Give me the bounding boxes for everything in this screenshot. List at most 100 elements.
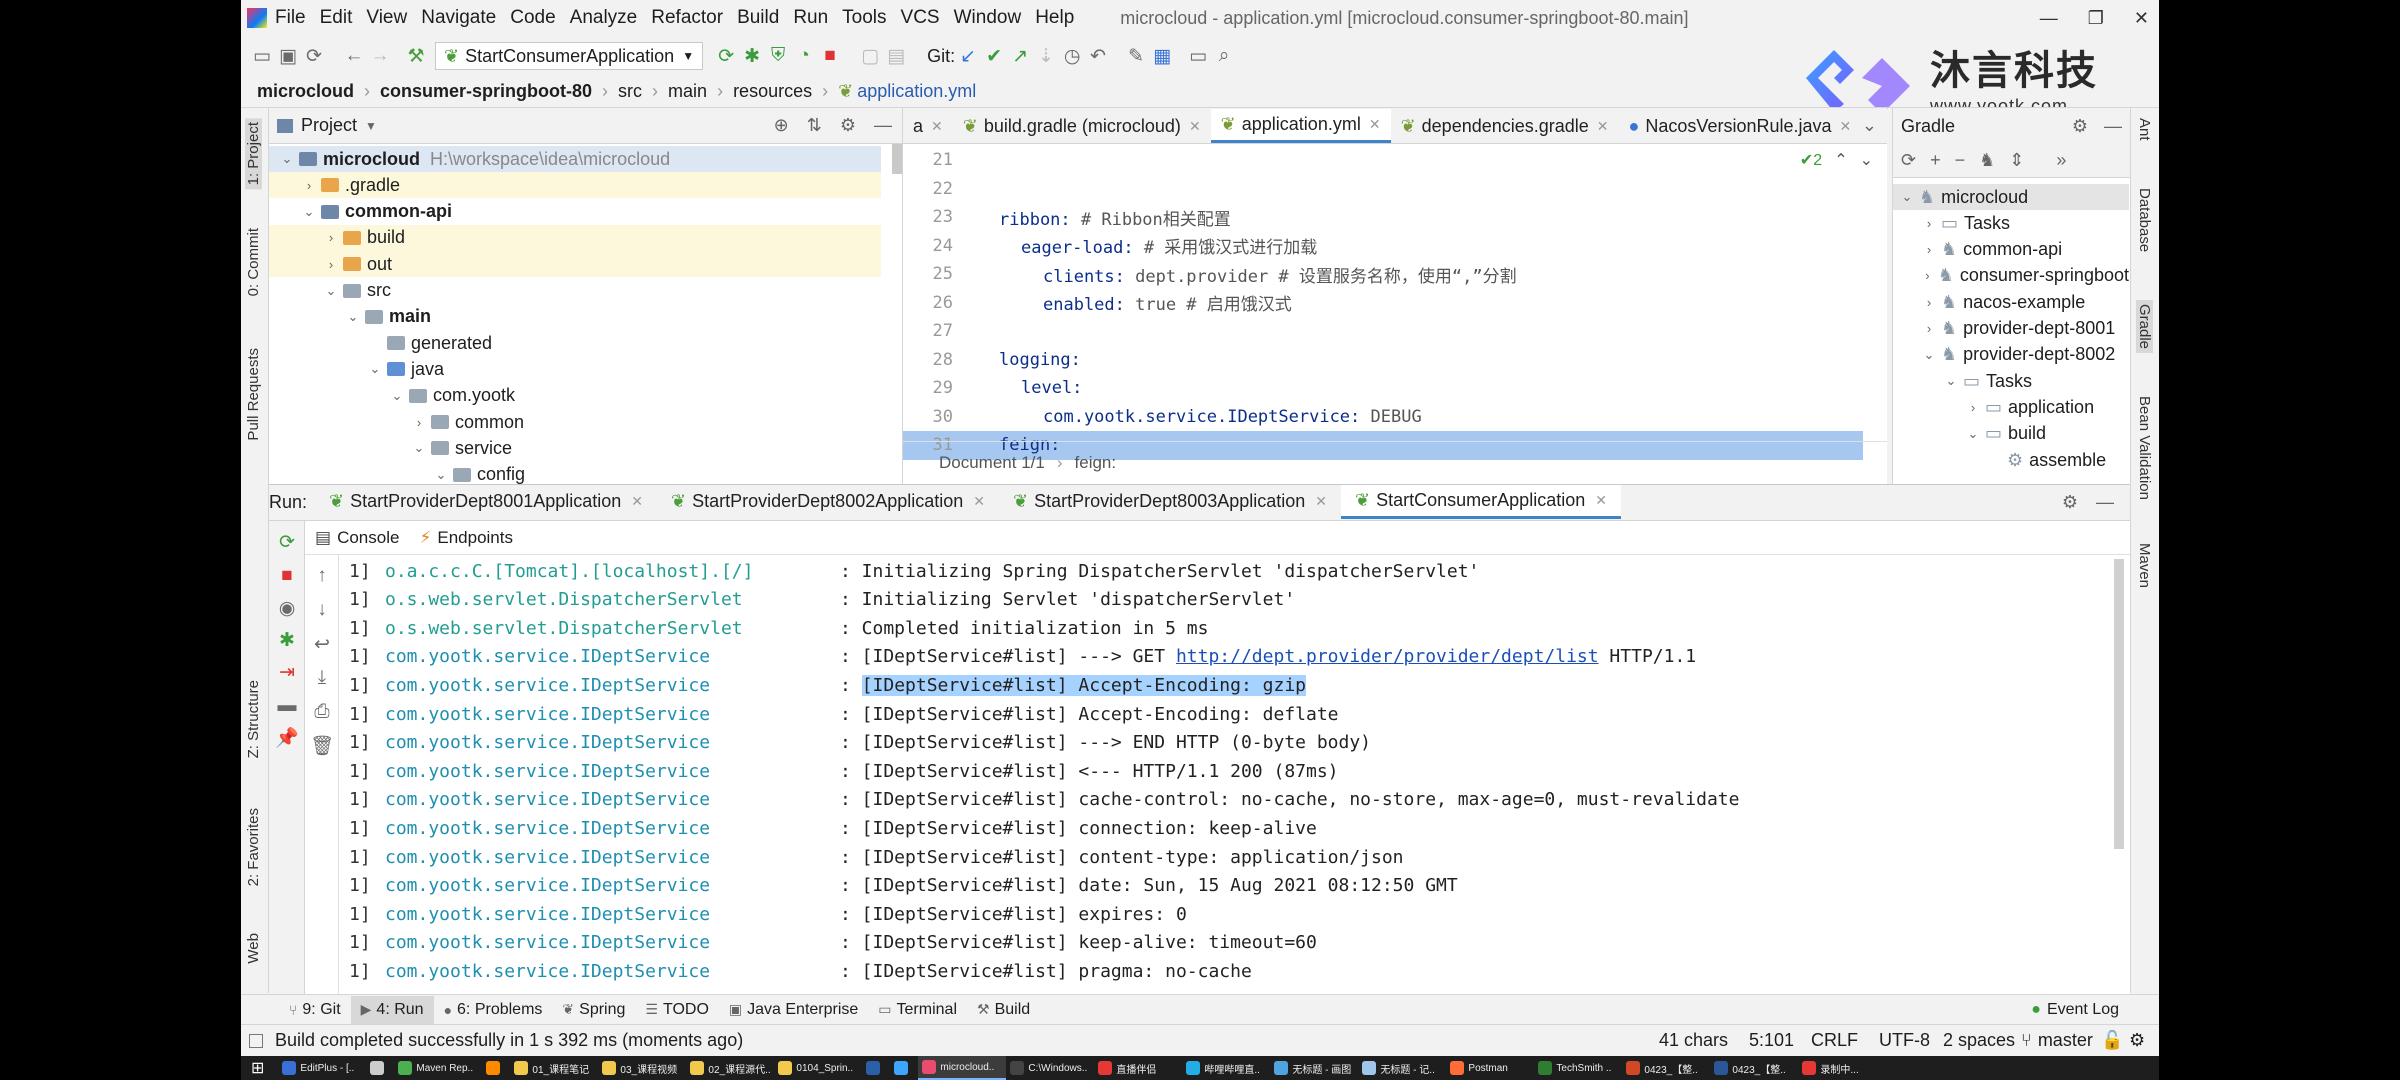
run-tab[interactable]: ❦ StartProviderDept8002Application ✕ <box>657 485 999 519</box>
console-output[interactable]: 1] o.a.c.c.C.[Tomcat].[localhost].[/]: In… <box>349 557 2099 987</box>
project-tree-item[interactable]: ⌄ java <box>269 356 881 382</box>
chevron-down-icon[interactable]: ⌄ <box>409 440 429 456</box>
console-scrollbar[interactable] <box>2114 559 2124 849</box>
gradle-tree-item[interactable]: ⌄ ▭ Tasks <box>1893 368 2129 394</box>
tool-window-button[interactable]: ▶ 4: Run <box>350 995 434 1024</box>
exit-icon[interactable]: ⇥ <box>274 659 300 685</box>
taskbar-item[interactable]: Postman <box>1446 1056 1534 1080</box>
breadcrumb-item[interactable]: resources <box>733 81 812 102</box>
git-commit-icon[interactable]: ✔ <box>981 43 1007 69</box>
chevron-down-icon[interactable]: ⌄ <box>1919 347 1939 363</box>
taskbar-item[interactable]: 02_课程源代.. <box>686 1056 774 1080</box>
yaml-path[interactable]: feign: <box>1075 453 1117 473</box>
project-tree-item[interactable]: ⌄ service <box>269 435 881 461</box>
gradle-tree-item[interactable]: › ▭ application <box>1893 394 2129 420</box>
git-status-icon[interactable]: ⚙ <box>2129 1030 2145 1051</box>
attach-icon[interactable]: ▢ <box>857 43 883 69</box>
editor-tab[interactable]: ● NacosVersionRule.java ✕ <box>1619 109 1862 143</box>
menu-code[interactable]: Code <box>510 7 555 29</box>
tool-window-button[interactable]: ▭ Terminal <box>868 996 967 1024</box>
menu-analyze[interactable]: Analyze <box>570 7 638 29</box>
gradle-tree-item[interactable]: › ♞ common-api <box>1893 237 2129 263</box>
chevron-right-icon[interactable]: › <box>1919 295 1939 310</box>
gradle-tree-item[interactable]: ⌄ ♞ microcloud <box>1893 184 2129 210</box>
tool-window-button[interactable]: ☰ TODO <box>635 996 719 1024</box>
chevron-right-icon[interactable]: › <box>409 415 429 430</box>
project-tree-item[interactable]: › build <box>269 224 881 251</box>
project-tree-item[interactable]: generated <box>269 330 881 356</box>
chevron-right-icon[interactable]: › <box>1919 321 1939 336</box>
settings-wrench-icon[interactable]: ✎ <box>1123 43 1149 69</box>
taskbar-item[interactable]: 哔哩哔哩直.. <box>1182 1056 1270 1080</box>
editor-tab[interactable]: a ✕ <box>903 109 953 143</box>
sync-icon[interactable]: ⟳ <box>301 43 327 69</box>
down-arrow-icon[interactable]: ↓ <box>309 597 335 623</box>
windows-start-icon[interactable]: ⊞ <box>251 1058 264 1078</box>
tool-window-button[interactable]: ▣ Java Enterprise <box>719 996 868 1024</box>
back-icon[interactable]: ← <box>341 43 367 69</box>
stop-icon[interactable]: ■ <box>274 563 300 589</box>
save-icon[interactable]: ▣ <box>275 43 301 69</box>
gear-icon[interactable]: ⚙ <box>2072 116 2088 137</box>
chevron-down-icon[interactable]: ▼ <box>365 119 377 133</box>
taskbar-item[interactable]: 无标题 - 画图 <box>1270 1056 1358 1080</box>
chevron-down-icon[interactable]: ⌄ <box>1963 426 1983 442</box>
gradle-tree-item[interactable]: ⚙ assemble <box>1893 447 2129 473</box>
gradle-tree-item[interactable]: ⌄ ♞ provider-dept-8002 <box>1893 342 2129 368</box>
gradle-tree-item[interactable]: › ▭ Tasks <box>1893 210 2129 236</box>
menu-refactor[interactable]: Refactor <box>651 7 723 29</box>
stripe-database[interactable]: Database <box>2136 188 2153 252</box>
menu-file[interactable]: File <box>275 7 306 29</box>
close-tab-icon[interactable]: ✕ <box>931 118 943 135</box>
locate-icon[interactable]: ⊕ <box>774 115 789 136</box>
close-tab-icon[interactable]: ✕ <box>1840 118 1852 135</box>
stripe-bean-validation[interactable]: Bean Validation <box>2136 396 2153 500</box>
menu-navigate[interactable]: Navigate <box>421 7 496 29</box>
gradle-tree-item[interactable]: › ♞ provider-dept-8001 <box>1893 316 2129 342</box>
chevron-down-icon[interactable]: ⌄ <box>277 151 297 167</box>
close-tab-icon[interactable]: ✕ <box>1189 118 1201 135</box>
lock-icon[interactable]: 🔓 <box>2101 1030 2123 1051</box>
more-icon[interactable]: » <box>2056 150 2066 171</box>
collapse-all-icon[interactable]: ⇅ <box>807 115 822 136</box>
editor-tab[interactable]: ❦ dependencies.gradle ✕ <box>1391 109 1619 143</box>
project-tree-item[interactable]: ⌄ src <box>269 278 881 304</box>
minimize-icon[interactable]: — <box>2040 8 2058 29</box>
status-indent[interactable]: 2 spaces <box>1943 1030 2015 1051</box>
menu-help[interactable]: Help <box>1035 7 1074 29</box>
gear-icon[interactable]: ⚙ <box>840 115 856 136</box>
stop-icon[interactable]: ■ <box>817 43 843 69</box>
editor-tab[interactable]: ❦ application.yml ✕ <box>1210 109 1391 143</box>
run-config-selector[interactable]: ❦ StartConsumerApplication ▼ <box>435 42 704 70</box>
chevron-down-icon[interactable]: ⌄ <box>321 283 341 299</box>
stripe-pull-requests[interactable]: Pull Requests <box>245 348 262 441</box>
close-tab-icon[interactable]: ✕ <box>1315 493 1327 510</box>
status-branch[interactable]: ⑂ master <box>2021 1030 2093 1051</box>
breadcrumb-item[interactable]: src <box>618 81 642 102</box>
scroll-to-end-icon[interactable]: ⤓ <box>309 665 335 691</box>
stripe-structure[interactable]: Z: Structure <box>245 680 262 758</box>
chevron-down-icon[interactable]: ⌄ <box>431 467 451 483</box>
taskbar-item[interactable] <box>366 1056 394 1080</box>
project-tree-item[interactable]: › out <box>269 251 881 278</box>
taskbar-item[interactable] <box>482 1056 510 1080</box>
status-encoding[interactable]: UTF-8 <box>1879 1030 1930 1051</box>
stripe-commit[interactable]: 0: Commit <box>245 228 262 296</box>
camera-icon[interactable]: ◉ <box>274 595 300 621</box>
run-tab[interactable]: ❦ StartProviderDept8001Application ✕ <box>315 485 657 519</box>
coverage-icon[interactable]: ⛨ <box>765 43 791 69</box>
stripe-gradle[interactable]: Gradle <box>2136 300 2153 354</box>
debug-icon[interactable]: ✱ <box>739 43 765 69</box>
build-hammer-icon[interactable]: ⚒ <box>403 43 429 69</box>
layout-icon[interactable]: ▬ <box>274 693 300 719</box>
bookmark-icon[interactable]: ▤ <box>883 43 909 69</box>
chevron-right-icon[interactable]: › <box>299 178 319 193</box>
chevron-down-icon[interactable]: ⌄ <box>365 361 385 377</box>
close-tab-icon[interactable]: ✕ <box>1597 118 1609 135</box>
close-tab-icon[interactable]: ✕ <box>631 493 643 510</box>
add-icon[interactable]: + <box>1930 150 1941 171</box>
endpoints-tab[interactable]: ⚡ Endpoints <box>419 528 513 548</box>
breadcrumb-item[interactable]: main <box>668 81 707 102</box>
taskbar-item[interactable] <box>890 1056 918 1080</box>
hide-icon[interactable]: — <box>2096 492 2114 513</box>
